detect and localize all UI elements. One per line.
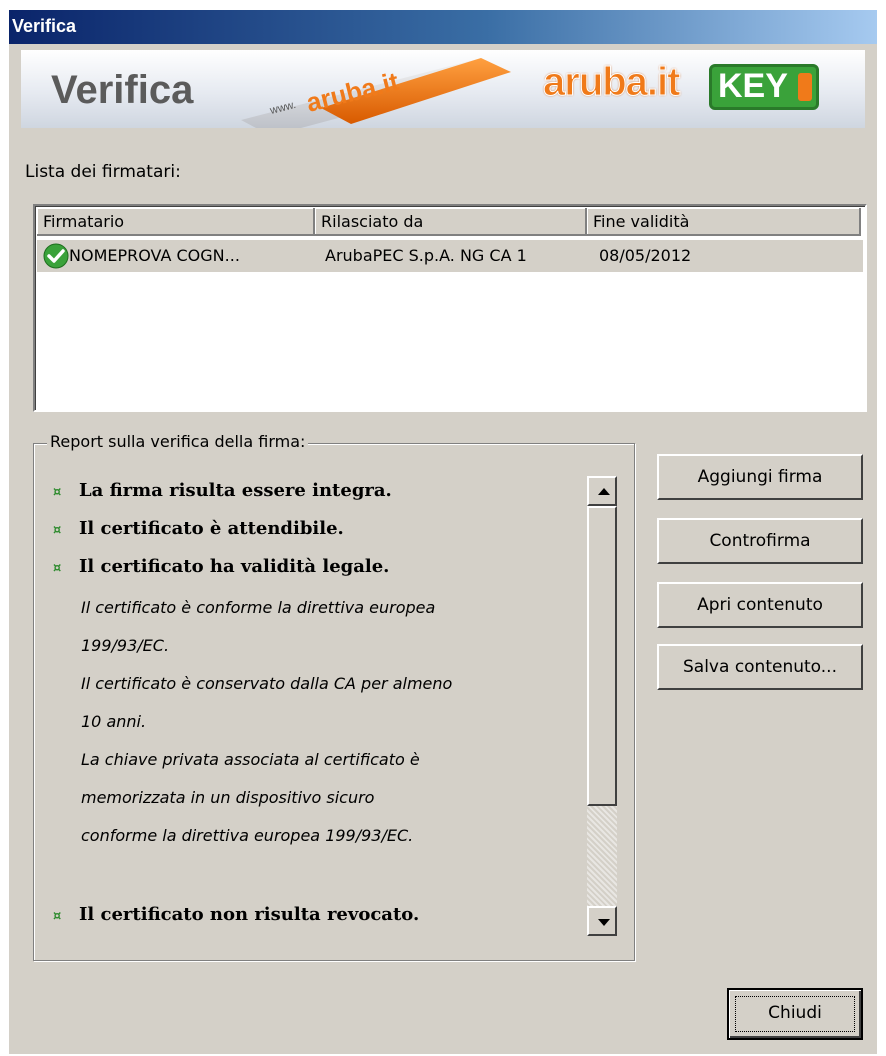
brand-key-label: KEY (718, 67, 788, 105)
brand-name: aruba.it (542, 60, 680, 105)
save-content-button[interactable]: Salva contenuto... (657, 644, 863, 690)
column-header-expiry[interactable]: Fine validità (587, 208, 861, 236)
report-line: ¤ La firma risulta essere integra. (53, 480, 392, 501)
brand-key-badge: KEY (709, 64, 819, 110)
table-row[interactable]: NOMEPROVA COGN... ArubaPEC S.p.A. NG CA … (37, 240, 863, 272)
bullet-icon: ¤ (53, 909, 62, 924)
verifica-window: Verifica Verifica www. aruba.it aruba.it… (9, 10, 877, 1054)
report-line: memorizzata in un dispositivo sicuro (81, 788, 375, 807)
column-header-issuer[interactable]: Rilasciato da (315, 208, 587, 236)
open-content-button[interactable]: Apri contenuto (657, 582, 863, 628)
report-line: ¤ Il certificato non risulta revocato. (53, 904, 420, 925)
signer-name: NOMEPROVA COGN... (69, 246, 240, 265)
signer-issuer: ArubaPEC S.p.A. NG CA 1 (325, 246, 527, 265)
report-line: ¤ Il certificato è attendibile. (53, 518, 344, 539)
usb-key-image: www. aruba.it (241, 58, 511, 128)
check-circle-icon (43, 243, 69, 269)
bullet-icon: ¤ (53, 523, 62, 538)
arrow-up-icon (598, 488, 610, 495)
close-button[interactable]: Chiudi (727, 988, 863, 1040)
arrow-down-icon (598, 919, 610, 926)
title-bar[interactable]: Verifica (9, 10, 877, 44)
bullet-icon: ¤ (53, 561, 62, 576)
scroll-down-button[interactable] (587, 906, 617, 936)
scroll-thumb[interactable] (587, 506, 617, 806)
report-text[interactable]: ¤ La firma risulta essere integra. ¤ Il ce… (43, 466, 623, 944)
focus-rect (735, 996, 855, 1032)
report-scrollbar[interactable] (587, 476, 617, 936)
report-line: conforme la direttiva europea 199/93/EC. (81, 826, 414, 845)
window-title: Verifica (12, 16, 77, 36)
bullet-icon: ¤ (53, 485, 62, 500)
report-line: La chiave privata associata al certifica… (81, 750, 420, 769)
banner: Verifica www. aruba.it aruba.it KEY (21, 50, 865, 128)
report-line: Il certificato è conforme la direttiva e… (81, 598, 436, 617)
signer-expiry: 08/05/2012 (599, 246, 692, 265)
report-line: 199/93/EC. (81, 636, 170, 655)
report-line: ¤ Il certificato ha validità legale. (53, 556, 390, 577)
banner-title: Verifica (51, 68, 194, 112)
column-header-signer[interactable]: Firmatario (37, 208, 315, 236)
add-signature-button[interactable]: Aggiungi firma (657, 454, 863, 500)
countersign-button[interactable]: Controfirma (657, 518, 863, 564)
report-line: Il certificato è conservato dalla CA per… (81, 674, 453, 693)
report-legend: Report sulla verifica della firma: (47, 432, 309, 451)
signers-list[interactable]: Firmatario Rilasciato da Fine validità N… (33, 204, 867, 412)
report-line: 10 anni. (81, 712, 147, 731)
scroll-up-button[interactable] (587, 476, 617, 506)
signers-label: Lista dei firmatari: (25, 162, 181, 182)
